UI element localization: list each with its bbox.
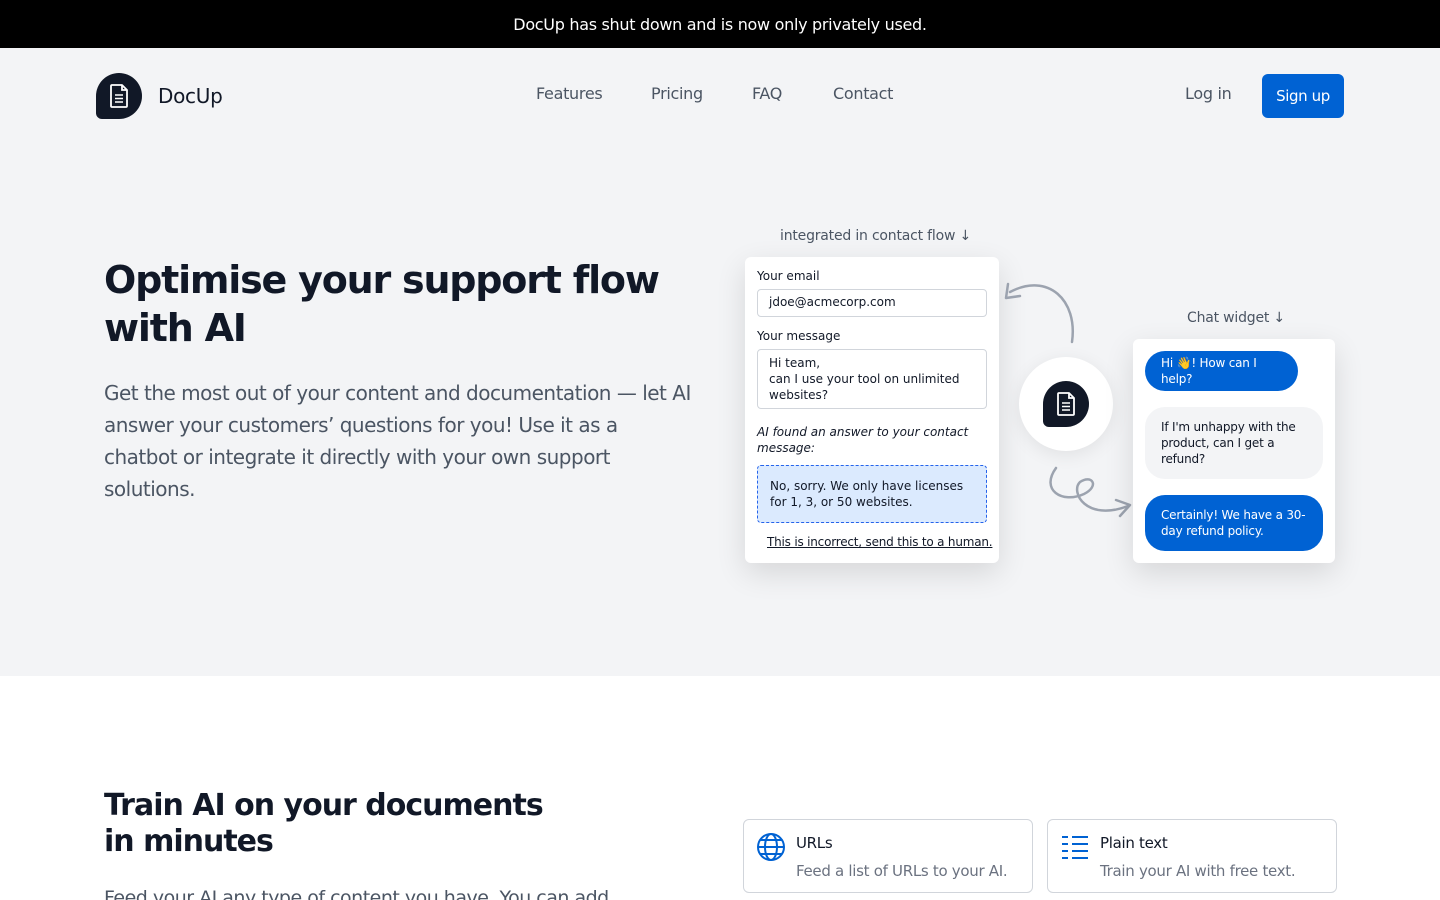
section-text: Feed your AI any type of content you hav… — [104, 887, 609, 900]
shutdown-banner: DocUp has shut down and is now only priv… — [0, 0, 1440, 48]
document-logo-icon — [1043, 381, 1089, 427]
feature-desc: Feed a list of URLs to your AI. — [796, 862, 1008, 880]
chat-widget-card: Hi 👋! How can I help? If I'm unhappy wit… — [1133, 339, 1335, 563]
email-label: Your email — [757, 269, 820, 283]
section-title: Train AI on your documents in minutes — [104, 788, 544, 859]
brand-name: DocUp — [158, 84, 223, 108]
chat-question-text: If I'm unhappy with the product, can I g… — [1161, 420, 1296, 466]
login-link[interactable]: Log in — [1185, 84, 1232, 103]
ai-answer-note: AI found an answer to your contact messa… — [757, 425, 969, 455]
message-label: Your message — [757, 329, 841, 343]
docup-badge — [1019, 357, 1113, 451]
chat-reply-bubble: Certainly! We have a 30-day refund polic… — [1145, 495, 1323, 551]
list-icon — [1060, 832, 1090, 862]
feature-title: Plain text — [1100, 834, 1168, 852]
document-logo-icon — [96, 73, 142, 119]
feature-desc: Train your AI with free text. — [1100, 862, 1296, 880]
contact-flow-caption: integrated in contact flow ↓ — [780, 228, 971, 244]
chat-question-bubble: If I'm unhappy with the product, can I g… — [1145, 407, 1323, 479]
chat-greeting-bubble: Hi 👋! How can I help? — [1145, 351, 1298, 391]
brand-logo[interactable]: DocUp — [96, 73, 223, 119]
feature-title: URLs — [796, 834, 833, 852]
chat-greeting-text: Hi 👋! How can I help? — [1161, 356, 1257, 386]
chat-widget-caption: Chat widget ↓ — [1187, 310, 1285, 326]
signup-button[interactable]: Sign up — [1262, 74, 1344, 118]
nav-features[interactable]: Features — [536, 84, 603, 103]
banner-text: DocUp has shut down and is now only priv… — [513, 14, 927, 34]
ai-answer-box: No, sorry. We only have licenses for 1, … — [757, 465, 987, 523]
send-to-human-link[interactable]: This is incorrect, send this to a human. — [767, 535, 993, 549]
hero-subtitle: Get the most out of your content and doc… — [104, 381, 691, 501]
contact-form-card: Your email jdoe@acmecorp.com Your messag… — [745, 257, 999, 563]
nav-contact[interactable]: Contact — [833, 84, 893, 103]
chat-reply-text: Certainly! We have a 30-day refund polic… — [1161, 508, 1306, 538]
feature-card-urls: URLs Feed a list of URLs to your AI. — [743, 819, 1033, 893]
email-field[interactable]: jdoe@acmecorp.com — [757, 289, 987, 317]
hero-title: Optimise your support flow with AI — [104, 258, 660, 350]
feature-card-plain-text: Plain text Train your AI with free text. — [1047, 819, 1337, 893]
nav-pricing[interactable]: Pricing — [651, 84, 703, 103]
globe-icon — [756, 832, 786, 862]
message-field[interactable]: Hi team, can I use your tool on unlimite… — [757, 349, 987, 409]
nav-faq[interactable]: FAQ — [752, 84, 782, 103]
